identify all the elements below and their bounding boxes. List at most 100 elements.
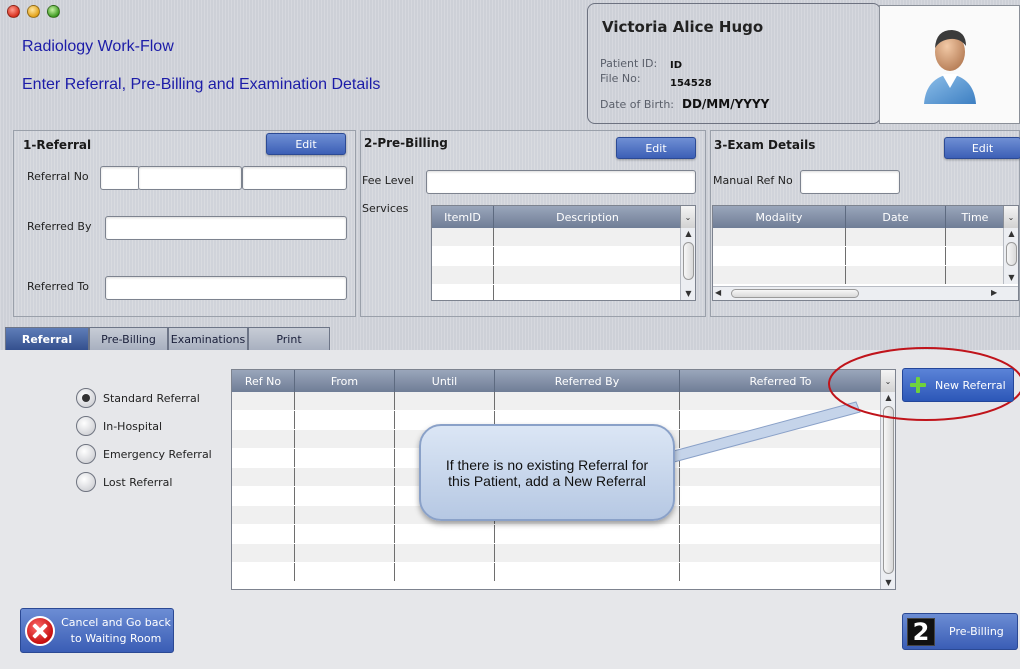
dob-value: DD/MM/YYYY <box>682 97 770 111</box>
services-grid-header: ItemID Description <box>432 206 682 228</box>
radio-standard-referral[interactable]: Standard Referral <box>76 388 212 408</box>
tab-print[interactable]: Print <box>248 327 330 350</box>
column-header[interactable]: Time <box>946 206 1005 228</box>
radio-label: In-Hospital <box>103 419 163 433</box>
radio-label: Lost Referral <box>103 475 173 489</box>
dob-label: Date of Birth: <box>600 98 675 111</box>
table-row[interactable] <box>232 544 882 563</box>
services-grid[interactable]: ItemID Description ⌄ ▲ ▼ <box>431 205 696 301</box>
new-referral-label: New Referral <box>935 378 1006 392</box>
radio-button[interactable] <box>76 472 96 492</box>
referral-no-suffix-input[interactable] <box>242 166 347 190</box>
tab-examinations[interactable]: Examinations <box>168 327 248 350</box>
column-header[interactable]: Date <box>846 206 946 228</box>
radio-in-hospital[interactable]: In-Hospital <box>76 416 212 436</box>
referral-no-prefix-input[interactable] <box>100 166 140 190</box>
column-header[interactable]: ItemID <box>432 206 494 228</box>
referral-table-scrollbar[interactable]: ▲ ▼ <box>880 392 895 589</box>
scroll-up-icon[interactable]: ▲ <box>881 392 895 404</box>
column-header[interactable]: Description <box>494 206 682 228</box>
manual-ref-input[interactable] <box>800 170 900 194</box>
column-chooser-icon[interactable]: ⌄ <box>680 206 695 228</box>
column-header[interactable]: From <box>295 370 395 392</box>
services-scrollbar[interactable]: ▲ ▼ <box>680 228 695 300</box>
tab-referral[interactable]: Referral <box>5 327 89 350</box>
exam-grid-body <box>713 228 1005 285</box>
prebilling-panel: 2-Pre-Billing Edit Fee Level Services It… <box>360 130 706 317</box>
scroll-thumb[interactable] <box>883 406 894 574</box>
pre-billing-next-button[interactable]: 2 Pre-Billing <box>902 613 1018 650</box>
patient-id-label: Patient ID: <box>600 57 658 70</box>
radio-button[interactable] <box>76 388 96 408</box>
new-referral-button[interactable]: New Referral <box>902 368 1014 402</box>
column-header[interactable]: Referred To <box>680 370 882 392</box>
column-header[interactable]: Ref No <box>232 370 295 392</box>
exam-panel-title: 3-Exam Details <box>714 138 816 152</box>
close-window-button[interactable] <box>7 5 20 18</box>
column-chooser-icon[interactable]: ⌄ <box>880 370 895 392</box>
minimize-window-button[interactable] <box>27 5 40 18</box>
scroll-up-icon[interactable]: ▲ <box>1004 228 1018 240</box>
patient-id-value: ID <box>670 60 683 71</box>
table-row[interactable] <box>713 228 1005 247</box>
scroll-thumb[interactable] <box>683 242 694 280</box>
referred-by-label: Referred By <box>27 220 92 233</box>
zoom-window-button[interactable] <box>47 5 60 18</box>
table-row[interactable] <box>232 392 882 411</box>
table-row[interactable] <box>232 525 882 544</box>
exam-panel: 3-Exam Details Edit Manual Ref No Modali… <box>710 130 1020 317</box>
fee-level-input[interactable] <box>426 170 696 194</box>
radio-button[interactable] <box>76 444 96 464</box>
help-callout: If there is no existing Referral for thi… <box>419 424 675 521</box>
referred-to-input[interactable] <box>105 276 347 300</box>
tab-pre-billing[interactable]: Pre-Billing <box>89 327 168 350</box>
referral-edit-button[interactable]: Edit <box>266 133 346 155</box>
scroll-down-icon[interactable]: ▼ <box>881 577 895 589</box>
exam-horizontal-scrollbar[interactable]: ◀ ▶ <box>713 286 1018 300</box>
radio-emergency-referral[interactable]: Emergency Referral <box>76 444 212 464</box>
workflow-tabs: Referral Pre-Billing Examinations Print <box>5 327 330 350</box>
plus-icon <box>909 376 927 394</box>
table-row[interactable] <box>713 247 1005 266</box>
close-icon <box>25 615 55 646</box>
table-row[interactable] <box>713 266 1005 285</box>
column-header[interactable]: Until <box>395 370 495 392</box>
patient-avatar-icon <box>924 30 976 104</box>
scroll-right-icon[interactable]: ▶ <box>991 288 997 297</box>
exam-vertical-scrollbar[interactable]: ▲ ▼ <box>1003 228 1018 284</box>
table-row[interactable] <box>432 266 682 285</box>
exam-edit-button[interactable]: Edit <box>944 137 1020 159</box>
app-title: Radiology Work-Flow <box>22 38 174 55</box>
table-row[interactable] <box>232 563 882 582</box>
exam-grid-header: Modality Date Time <box>713 206 1005 228</box>
scroll-down-icon[interactable]: ▼ <box>1004 272 1018 284</box>
patient-name: Victoria Alice Hugo <box>602 18 764 36</box>
page-subtitle: Enter Referral, Pre-Billing and Examinat… <box>22 76 381 93</box>
referral-no-label: Referral No <box>27 170 89 183</box>
referral-no-main-input[interactable] <box>138 166 242 190</box>
column-header[interactable]: Referred By <box>495 370 680 392</box>
file-no-label: File No: <box>600 72 641 85</box>
table-row[interactable] <box>432 285 682 300</box>
radio-button[interactable] <box>76 416 96 436</box>
referred-by-input[interactable] <box>105 216 347 240</box>
services-label: Services <box>362 202 409 215</box>
table-row[interactable] <box>432 228 682 247</box>
scroll-left-icon[interactable]: ◀ <box>715 288 721 297</box>
referral-panel-title: 1-Referral <box>23 138 92 152</box>
prebilling-edit-button[interactable]: Edit <box>616 137 696 159</box>
scroll-up-icon[interactable]: ▲ <box>681 228 695 240</box>
column-header[interactable]: Modality <box>713 206 846 228</box>
column-chooser-icon[interactable]: ⌄ <box>1003 206 1018 228</box>
referral-table-header: Ref No From Until Referred By Referred T… <box>232 370 882 392</box>
referral-panel: 1-Referral Edit Referral No Referred By … <box>13 130 356 317</box>
scroll-down-icon[interactable]: ▼ <box>681 288 695 300</box>
cancel-button[interactable]: Cancel and Go back to Waiting Room <box>20 608 174 653</box>
radio-label: Standard Referral <box>103 391 200 405</box>
scroll-thumb[interactable] <box>1006 242 1017 266</box>
table-row[interactable] <box>432 247 682 266</box>
radio-lost-referral[interactable]: Lost Referral <box>76 472 212 492</box>
exam-grid[interactable]: Modality Date Time ⌄ ▲ ▼ ◀ ▶ <box>712 205 1019 301</box>
fee-level-label: Fee Level <box>362 174 414 187</box>
scroll-thumb[interactable] <box>731 289 859 298</box>
